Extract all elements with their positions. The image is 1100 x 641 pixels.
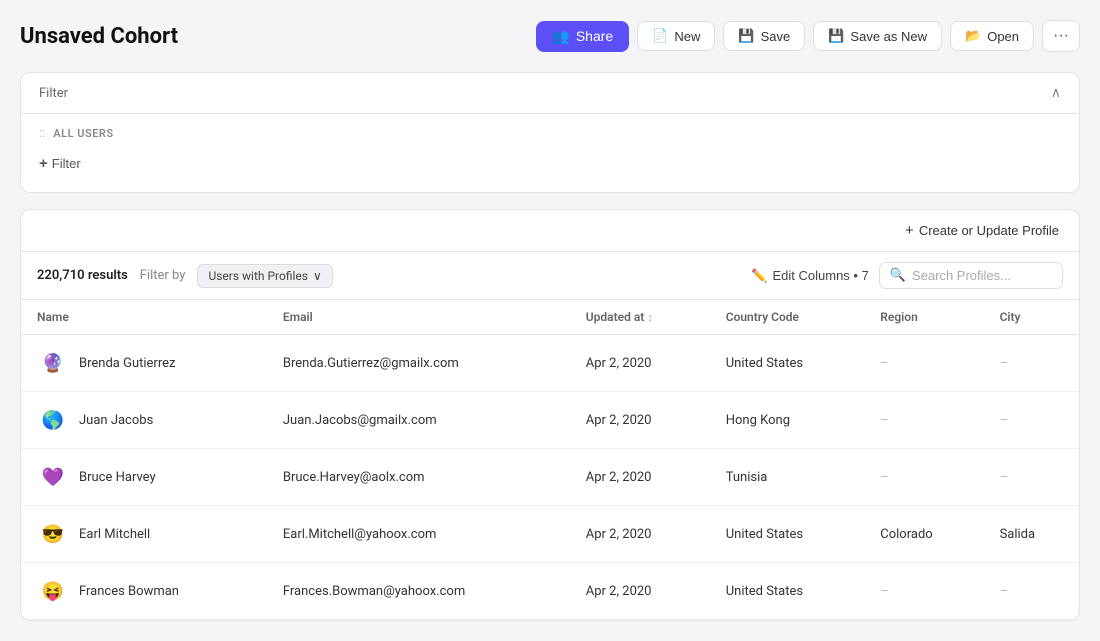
avatar: 😎	[37, 518, 69, 550]
filter-tag-users-with-profiles[interactable]: Users with Profiles ∨	[197, 264, 332, 288]
save-icon: 💾	[738, 28, 754, 44]
cell-country-code: Hong Kong	[710, 392, 865, 449]
col-name: Name	[21, 300, 267, 335]
save-button[interactable]: 💾 Save	[723, 21, 805, 51]
table-row: 🌎 Juan Jacobs Juan.Jacobs@gmailx.com Apr…	[21, 392, 1079, 449]
cell-country-code: United States	[710, 335, 865, 392]
avatar: 😝	[37, 575, 69, 607]
filter-panel: Filter ∧ :: ALL USERS + Filter	[20, 72, 1080, 193]
cell-email: Bruce.Harvey@aolx.com	[267, 449, 570, 506]
col-updated-at[interactable]: Updated at ↕	[570, 300, 710, 335]
plus-icon: +	[39, 155, 48, 172]
cell-name: 🔮 Brenda Gutierrez	[21, 335, 267, 392]
cell-city: –	[984, 392, 1079, 449]
results-count: 220,710 results	[37, 268, 128, 283]
right-controls: ✏️ Edit Columns • 7 🔍	[751, 262, 1063, 289]
col-email: Email	[267, 300, 570, 335]
users-table: Name Email Updated at ↕ Country Code Reg…	[21, 300, 1079, 620]
share-button[interactable]: 👥 Share	[536, 21, 629, 52]
all-users-row: :: ALL USERS	[39, 126, 1061, 141]
search-input[interactable]	[912, 268, 1052, 283]
pencil-icon: ✏️	[751, 268, 767, 284]
cell-name: 😎 Earl Mitchell	[21, 506, 267, 563]
drag-handle-icon: ::	[39, 126, 45, 141]
cell-updated-at: Apr 2, 2020	[570, 449, 710, 506]
search-icon: 🔍	[890, 268, 906, 283]
cell-region: –	[864, 392, 983, 449]
cell-city: –	[984, 335, 1079, 392]
save-as-new-button[interactable]: 💾 Save as New	[813, 21, 942, 51]
cell-updated-at: Apr 2, 2020	[570, 563, 710, 620]
sort-icon: ↕	[647, 311, 653, 324]
table-row: 🔮 Brenda Gutierrez Brenda.Gutierrez@gmai…	[21, 335, 1079, 392]
cell-name: 💜 Bruce Harvey	[21, 449, 267, 506]
share-icon: 👥	[552, 28, 569, 45]
open-button[interactable]: 📂 Open	[950, 21, 1034, 51]
cell-name: 🌎 Juan Jacobs	[21, 392, 267, 449]
cell-updated-at: Apr 2, 2020	[570, 392, 710, 449]
col-city: City	[984, 300, 1079, 335]
cell-email: Juan.Jacobs@gmailx.com	[267, 392, 570, 449]
new-file-icon: 📄	[652, 28, 668, 44]
open-icon: 📂	[965, 28, 981, 44]
col-region: Region	[864, 300, 983, 335]
avatar: 💜	[37, 461, 69, 493]
page-title: Unsaved Cohort	[20, 24, 178, 49]
table-row: 😝 Frances Bowman Frances.Bowman@yahoox.c…	[21, 563, 1079, 620]
edit-columns-button[interactable]: ✏️ Edit Columns • 7	[751, 268, 869, 284]
cell-region: –	[864, 563, 983, 620]
cell-region: Colorado	[864, 506, 983, 563]
all-users-tag: ALL USERS	[53, 127, 113, 140]
plus-icon: +	[905, 222, 914, 239]
create-profile-button[interactable]: + Create or Update Profile	[905, 222, 1059, 239]
filter-panel-header[interactable]: Filter ∧	[21, 73, 1079, 113]
chevron-up-icon: ∧	[1051, 85, 1061, 101]
cell-email: Earl.Mitchell@yahoox.com	[267, 506, 570, 563]
cell-email: Brenda.Gutierrez@gmailx.com	[267, 335, 570, 392]
results-info: 220,710 results Filter by Users with Pro…	[37, 264, 333, 288]
avatar: 🌎	[37, 404, 69, 436]
table-panel: + Create or Update Profile 220,710 resul…	[20, 209, 1080, 621]
cell-country-code: Tunisia	[710, 449, 865, 506]
cell-country-code: United States	[710, 506, 865, 563]
new-button[interactable]: 📄 New	[637, 21, 715, 51]
cell-updated-at: Apr 2, 2020	[570, 335, 710, 392]
cell-updated-at: Apr 2, 2020	[570, 506, 710, 563]
page-header: Unsaved Cohort 👥 Share 📄 New 💾 Save 💾 Sa…	[20, 20, 1080, 52]
more-options-button[interactable]: ···	[1042, 20, 1080, 52]
table-controls: 220,710 results Filter by Users with Pro…	[21, 252, 1079, 300]
cell-city: –	[984, 563, 1079, 620]
chevron-down-icon: ∨	[313, 269, 322, 283]
cell-city: –	[984, 449, 1079, 506]
filter-body: :: ALL USERS + Filter	[21, 113, 1079, 192]
save-as-new-icon: 💾	[828, 28, 844, 44]
filter-by-label: Filter by	[140, 268, 186, 283]
table-row: 💜 Bruce Harvey Bruce.Harvey@aolx.com Apr…	[21, 449, 1079, 506]
search-box: 🔍	[879, 262, 1063, 289]
cell-region: –	[864, 449, 983, 506]
cell-email: Frances.Bowman@yahoox.com	[267, 563, 570, 620]
table-topbar: + Create or Update Profile	[21, 210, 1079, 252]
cell-name: 😝 Frances Bowman	[21, 563, 267, 620]
add-filter-button[interactable]: + Filter	[39, 151, 81, 176]
cell-region: –	[864, 335, 983, 392]
header-actions: 👥 Share 📄 New 💾 Save 💾 Save as New 📂 Ope…	[536, 20, 1080, 52]
cell-country-code: United States	[710, 563, 865, 620]
filter-label: Filter	[39, 86, 68, 101]
avatar: 🔮	[37, 347, 69, 379]
table-row: 😎 Earl Mitchell Earl.Mitchell@yahoox.com…	[21, 506, 1079, 563]
col-country-code: Country Code	[710, 300, 865, 335]
cell-city: Salida	[984, 506, 1079, 563]
